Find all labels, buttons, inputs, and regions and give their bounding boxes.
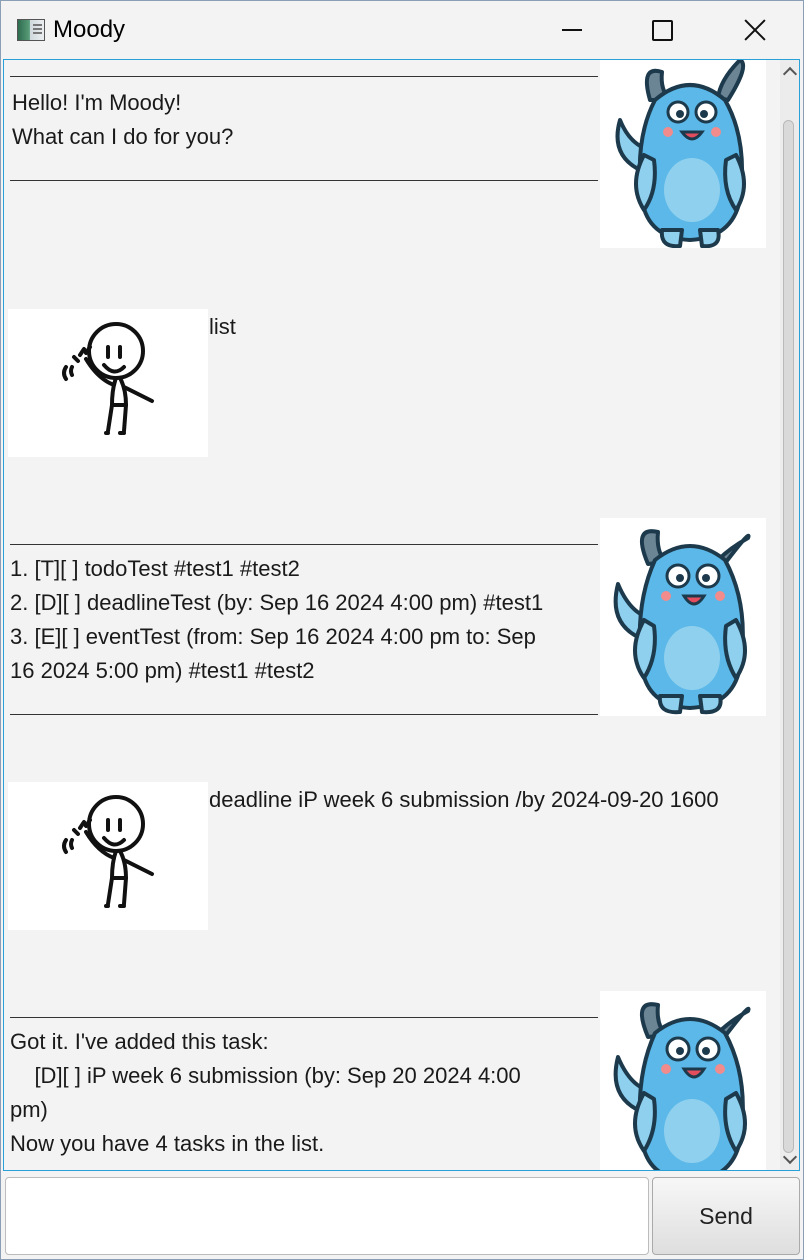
blue-monster-icon — [615, 60, 746, 248]
bot-message-line: Hello! I'm Moody! — [12, 90, 182, 115]
stick-figure-icon — [62, 322, 154, 435]
blue-monster-icon — [613, 1002, 751, 1170]
minimize-button[interactable] — [526, 1, 618, 59]
vertical-scrollbar[interactable] — [780, 60, 799, 1170]
blue-monster-avatar — [600, 991, 766, 1170]
dialog-container[interactable]: Hello! I'm Moody! What can I do for you? — [3, 59, 800, 1171]
scroll-up-button[interactable] — [780, 60, 799, 82]
bot-message-line: pm) — [10, 1097, 48, 1122]
bot-message-line: 1. [T][ ] todoTest #test1 #test2 — [10, 556, 300, 581]
bot-message-line: 16 2024 5:00 pm) #test1 #test2 — [10, 658, 315, 683]
title-bar[interactable]: Moody — [1, 1, 803, 59]
blue-monster-avatar — [600, 60, 766, 248]
divider-line — [10, 180, 598, 181]
blue-monster-avatar — [600, 518, 766, 716]
divider-line — [10, 714, 598, 715]
close-button[interactable] — [709, 1, 801, 59]
user-message-line: list — [209, 314, 236, 339]
user-message-line: deadline iP week 6 submission /by 2024-0… — [209, 787, 719, 812]
send-button[interactable]: Send — [652, 1177, 800, 1255]
bot-message-line: [D][ ] iP week 6 submission (by: Sep 20 … — [10, 1063, 521, 1088]
divider-line — [10, 1017, 598, 1018]
minimize-icon — [562, 29, 582, 31]
stick-figure-icon — [62, 795, 154, 908]
bot-message-line: What can I do for you? — [12, 124, 234, 149]
app-window: Moody Hello! I'm Moody! What can I do fo… — [0, 0, 804, 1260]
stick-figure-avatar — [8, 309, 208, 457]
bot-message-line: Got it. I've added this task: — [10, 1029, 269, 1054]
divider-line — [10, 544, 598, 545]
window-title: Moody — [53, 16, 126, 43]
chevron-up-icon — [782, 66, 797, 81]
divider-line — [10, 76, 598, 77]
maximize-icon — [651, 19, 673, 41]
maximize-button[interactable] — [616, 1, 708, 59]
stick-figure-avatar — [8, 782, 208, 930]
chevron-down-icon — [782, 1149, 797, 1164]
message-input[interactable] — [5, 1177, 649, 1255]
bot-message-line: Now you have 4 tasks in the list. — [10, 1131, 325, 1156]
bot-message-line: 3. [E][ ] eventTest (from: Sep 16 2024 4… — [10, 624, 536, 649]
close-icon — [743, 18, 767, 42]
scroll-down-button[interactable] — [780, 1148, 799, 1170]
scrollbar-thumb[interactable] — [783, 120, 794, 1153]
bot-message-line: 2. [D][ ] deadlineTest (by: Sep 16 2024 … — [10, 590, 544, 615]
blue-monster-icon — [613, 529, 751, 715]
app-window-icon — [17, 19, 45, 41]
input-bar: Send — [1, 1171, 803, 1259]
